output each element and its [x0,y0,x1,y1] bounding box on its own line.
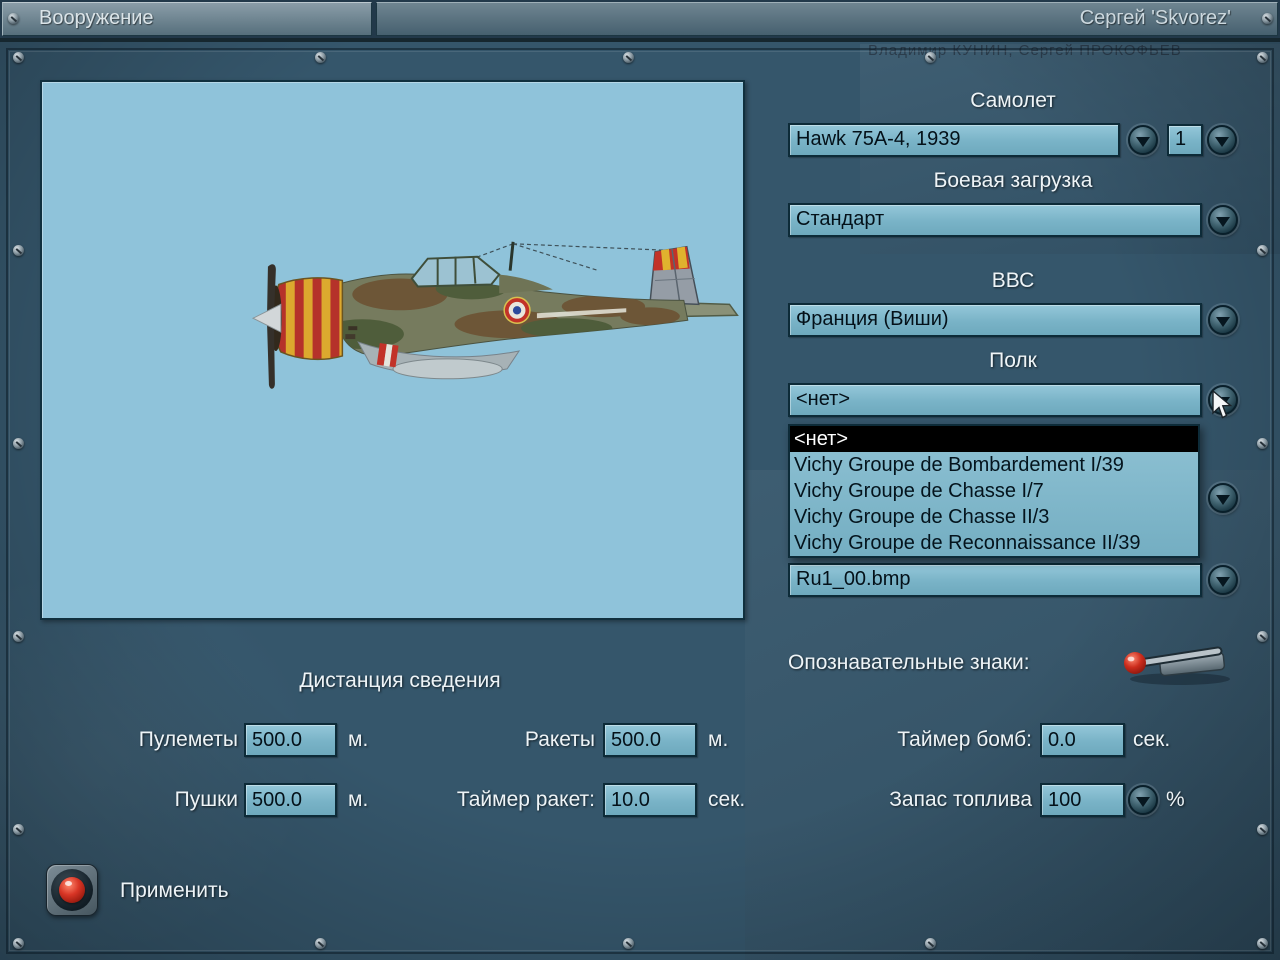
apply-button[interactable] [46,864,98,916]
screw-icon [1257,52,1268,63]
markings-toggle-switch[interactable] [1108,632,1248,688]
cannons-label: Пушки [174,788,238,811]
bomb-timer-unit: сек. [1133,728,1171,751]
aircraft-count-field[interactable]: 1 [1167,124,1203,156]
apply-label: Применить [120,879,229,902]
bomb-timer-label: Таймер бомб: [897,728,1032,751]
markings-label: Опознавательные знаки: [788,651,1030,674]
regiment-option[interactable]: Vichy Groupe de Reconnaissance II/39 [790,530,1198,556]
screw-icon [8,13,19,24]
skin-dropdown[interactable]: Ru1_00.bmp [788,563,1202,597]
fuel-unit: % [1166,788,1185,811]
cannons-unit: м. [348,788,369,811]
airforce-section-label: ВВС [991,269,1035,292]
screw-icon [925,938,936,949]
apply-button-ring [51,869,93,911]
fuel-arrow-icon[interactable] [1128,785,1158,815]
title-bar: Вооружение Сергей 'Skvorez' [0,0,1280,38]
fuel-label: Запас топлива [889,788,1032,811]
loadout-dropdown[interactable]: Стандарт [788,203,1202,237]
screw-icon [13,245,24,256]
screw-icon [623,52,634,63]
aircraft-image [251,241,739,389]
screw-icon [13,824,24,835]
bomb-timer-input[interactable] [1040,723,1125,757]
loadout-dropdown-arrow-icon[interactable] [1208,205,1238,235]
rockets-unit: м. [708,728,729,751]
tab-armament[interactable]: Вооружение [2,2,372,36]
aircraft-preview [40,80,745,620]
tab-armament-label: Вооружение [39,7,154,29]
aircraft-dropdown[interactable]: Hawk 75A-4, 1939 [788,123,1120,157]
rocket-timer-unit: сек. [708,788,746,811]
screw-icon [623,938,634,949]
rockets-input[interactable] [603,723,697,757]
regiment-option[interactable]: <нет> [790,426,1198,452]
aircraft-section-label: Самолет [970,89,1056,112]
screw-icon [315,52,326,63]
convergence-title: Дистанция сведения [299,669,501,692]
regiment-option[interactable]: Vichy Groupe de Chasse II/3 [790,504,1198,530]
screw-icon [925,52,936,63]
regiment-option[interactable]: Vichy Groupe de Bombardement I/39 [790,452,1198,478]
aircraft-count-arrow-icon[interactable] [1207,125,1237,155]
rockets-label: Ракеты [524,728,595,751]
armament-screen: Владимир КУНИН, Сергей ПРОКОФЬЕВ Вооруже… [0,0,1280,960]
screw-icon [13,52,24,63]
loadout-section-label: Боевая загрузка [933,169,1093,192]
mouse-cursor-icon [1212,390,1233,419]
apply-button-icon [59,877,85,903]
player-name-bar: Сергей 'Skvorez' [376,2,1278,36]
fuel-input[interactable] [1040,783,1125,817]
machineguns-unit: м. [348,728,369,751]
machineguns-label: Пулеметы [138,728,238,751]
cannons-input[interactable] [244,783,337,817]
machineguns-input[interactable] [244,723,337,757]
screw-icon [1257,631,1268,642]
regiment-dropdown[interactable]: <нет> [788,383,1202,417]
screw-icon [1262,13,1273,24]
airforce-dropdown-arrow-icon[interactable] [1208,305,1238,335]
screw-icon [1257,824,1268,835]
airforce-dropdown[interactable]: Франция (Виши) [788,303,1202,337]
screw-icon [1257,245,1268,256]
main-panel: Самолет Hawk 75A-4, 1939 1 Боевая загруз… [0,42,1280,960]
player-name: Сергей 'Skvorez' [1079,7,1231,29]
screw-icon [315,938,326,949]
regiment-section-label: Полк [989,349,1037,372]
skin-dropdown-arrow-icon[interactable] [1208,565,1238,595]
screw-icon [1257,938,1268,949]
aircraft-dropdown-arrow-icon[interactable] [1128,125,1158,155]
skin-scroll-arrow-icon[interactable] [1208,483,1238,513]
rocket-timer-input[interactable] [603,783,697,817]
screw-icon [13,938,24,949]
screw-icon [1257,438,1268,449]
regiment-dropdown-list: <нет> Vichy Groupe de Bombardement I/39 … [788,424,1200,558]
regiment-option[interactable]: Vichy Groupe de Chasse I/7 [790,478,1198,504]
screw-icon [13,438,24,449]
screw-icon [13,631,24,642]
rocket-timer-label: Таймер ракет: [456,788,595,811]
